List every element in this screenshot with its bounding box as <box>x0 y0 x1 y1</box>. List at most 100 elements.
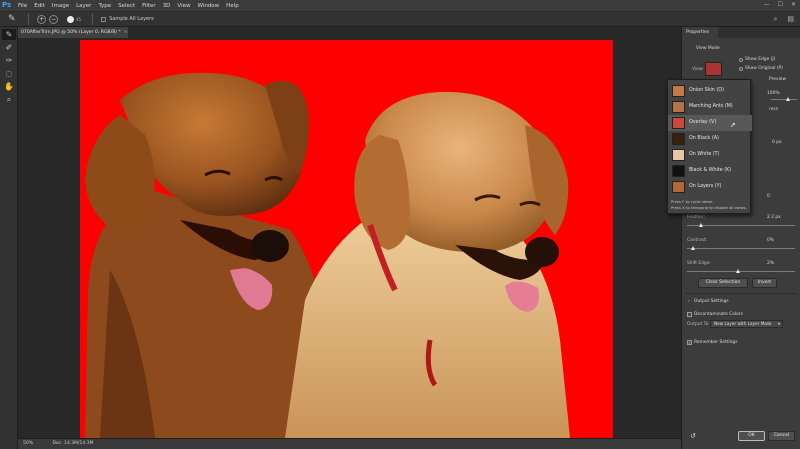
quick-selection-tool-icon[interactable]: ✎ <box>2 29 16 40</box>
options-divider <box>28 13 29 25</box>
invert-button[interactable]: Invert <box>752 278 777 288</box>
mouse-cursor-icon: ➚ <box>730 121 736 129</box>
transparency-value[interactable]: 100% <box>767 91 780 96</box>
sample-all-layers-label: Sample All Layers <box>109 16 154 22</box>
contrast-slider[interactable] <box>687 248 795 249</box>
radius-value[interactable]: 0 px <box>772 140 782 145</box>
refine-radius-tool-icon[interactable]: ✐ <box>2 42 16 53</box>
search-icon[interactable]: ⌕ <box>773 15 777 24</box>
menu-layer[interactable]: Layer <box>76 3 91 9</box>
feather-slider[interactable] <box>687 225 795 226</box>
feather-value[interactable]: 2.2 px <box>767 215 781 220</box>
view-option-on-black[interactable]: On Black (A) <box>668 131 752 147</box>
menu-window[interactable]: Window <box>197 3 219 9</box>
document-tab-title: 070AfterTrim.JPG @ 50% (Layer 0, RGB/8) … <box>21 30 121 35</box>
view-option-marching-ants[interactable]: Marching Ants (M) <box>668 99 752 115</box>
view-option-black-white[interactable]: Black & White (K) <box>668 163 752 179</box>
cancel-button[interactable]: Cancel <box>768 431 795 441</box>
menu-view[interactable]: View <box>177 3 190 9</box>
brush-size[interactable]: 45 <box>76 17 81 22</box>
minimize-icon[interactable]: — <box>764 1 770 8</box>
canvas-area[interactable] <box>18 38 681 438</box>
dogs-illustration <box>85 72 570 438</box>
options-right-icons: ⌕ ▤ <box>773 15 794 24</box>
view-option-label: Black & White (K) <box>689 168 732 173</box>
lasso-tool-icon[interactable]: ◌ <box>2 68 16 79</box>
brush-preview-icon[interactable] <box>67 15 74 23</box>
zoom-tool-icon[interactable]: ⌕ <box>2 94 16 105</box>
view-hint-cycle: Press F to cycle views. <box>671 199 714 204</box>
close-icon[interactable]: ✕ <box>791 1 796 8</box>
shift-edge-value[interactable]: 2% <box>767 261 774 266</box>
show-original-radio[interactable] <box>739 67 743 71</box>
view-option-label: On Layers (Y) <box>689 184 722 189</box>
view-hint-disable: Press X to temporarily disable all views… <box>671 205 747 210</box>
onion-skin-thumbnail <box>672 85 685 97</box>
maximize-icon[interactable]: ☐ <box>778 1 783 8</box>
overlay-thumbnail <box>672 117 685 129</box>
view-option-on-layers[interactable]: On Layers (Y) <box>668 179 752 195</box>
add-to-selection-icon[interactable]: + <box>37 14 46 24</box>
view-option-label: Onion Skin (O) <box>689 88 724 93</box>
view-mode-thumbnail[interactable] <box>705 62 722 76</box>
document-tab[interactable]: 070AfterTrim.JPG @ 50% (Layer 0, RGB/8) … <box>18 27 128 38</box>
shift-edge-label: Shift Edge: <box>687 261 711 266</box>
view-option-label: Marching Ants (M) <box>689 104 733 109</box>
output-to-select[interactable]: New Layer with Layer Mask ▾ <box>710 320 783 328</box>
workspace-icon[interactable]: ▤ <box>787 15 794 24</box>
menu-select[interactable]: Select <box>118 3 135 9</box>
show-original-label: Show Original (P) <box>745 66 783 71</box>
panel-divider <box>685 293 797 294</box>
close-tab-icon[interactable]: × <box>124 30 128 35</box>
tab-properties[interactable]: Properties <box>682 27 718 38</box>
show-edge-radio[interactable] <box>739 58 743 62</box>
output-settings-header[interactable]: Output Settings <box>694 299 729 304</box>
menu-file[interactable]: File <box>18 3 27 9</box>
menu-help[interactable]: Help <box>226 3 239 9</box>
on-black-thumbnail <box>672 133 685 145</box>
smooth-value[interactable]: 0 <box>767 194 770 199</box>
transparency-slider[interactable] <box>771 99 797 100</box>
window-controls: — ☐ ✕ <box>764 1 796 8</box>
menu-type[interactable]: Type <box>98 3 111 9</box>
decontaminate-checkbox[interactable] <box>687 312 692 317</box>
contrast-value[interactable]: 0% <box>767 238 774 243</box>
view-option-onion-skin[interactable]: Onion Skin (O) <box>668 83 752 99</box>
feather-label: Feather: <box>687 215 706 220</box>
quick-selection-tool-icon[interactable]: ✎ <box>8 13 20 25</box>
zoom-level[interactable]: 50% <box>23 441 33 446</box>
contrast-slider-knob[interactable] <box>691 246 695 250</box>
subtract-from-selection-icon[interactable]: − <box>49 14 58 24</box>
feather-slider-knob[interactable] <box>699 223 703 227</box>
view-option-label: On White (T) <box>689 152 720 157</box>
status-bar: 50% Doc: 14.3M/14.3M <box>18 438 681 449</box>
menu-edit[interactable]: Edit <box>34 3 45 9</box>
shift-edge-slider-knob[interactable] <box>736 269 740 273</box>
output-to-label: Output To: <box>687 322 710 327</box>
document-tab-bar: 070AfterTrim.JPG @ 50% (Layer 0, RGB/8) … <box>18 27 681 38</box>
tools-panel: ✎ ✐ ✑ ◌ ✋ ⌕ <box>0 27 18 449</box>
shift-edge-slider[interactable] <box>687 271 795 272</box>
clear-selection-button[interactable]: Clear Selection <box>698 278 748 288</box>
photoshop-logo: Ps <box>2 1 12 9</box>
menu-filter[interactable]: Filter <box>142 3 156 9</box>
hand-tool-icon[interactable]: ✋ <box>2 81 16 92</box>
ok-button[interactable]: OK <box>738 431 765 441</box>
output-settings-chevron-icon[interactable]: › <box>688 299 690 304</box>
options-divider <box>92 13 94 25</box>
brush-tool-icon[interactable]: ✑ <box>2 55 16 66</box>
remember-settings-checkbox[interactable]: ✓ <box>687 340 692 345</box>
view-option-on-white[interactable]: On White (T) <box>668 147 752 163</box>
reset-icon[interactable]: ↺ <box>690 432 696 440</box>
transparency-slider-knob[interactable] <box>786 97 790 101</box>
document-image[interactable] <box>80 40 613 438</box>
menu-3d[interactable]: 3D <box>163 3 171 9</box>
menu-image[interactable]: Image <box>52 3 69 9</box>
view-mode-dropdown: Onion Skin (O) Marching Ants (M) Overlay… <box>667 79 752 214</box>
doc-size: Doc: 14.3M/14.3M <box>52 441 94 446</box>
view-option-overlay[interactable]: Overlay (V) <box>668 115 752 131</box>
view-option-label: Overlay (V) <box>689 120 717 125</box>
sample-all-layers-checkbox[interactable] <box>101 16 107 22</box>
on-white-thumbnail <box>672 149 685 161</box>
contrast-label: Contrast: <box>687 238 708 243</box>
